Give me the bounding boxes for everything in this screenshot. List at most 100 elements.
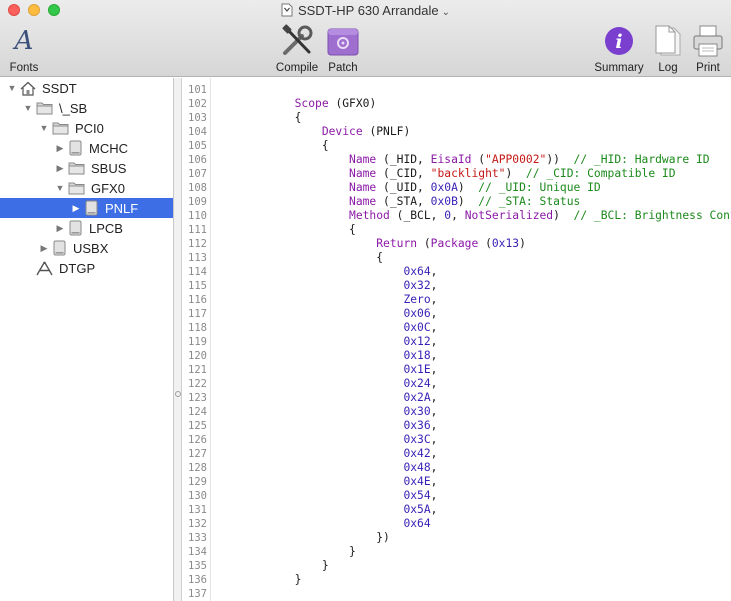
tree-item-gfx0[interactable]: ▼ GFX0 bbox=[0, 178, 173, 198]
line-number: 118 bbox=[188, 322, 207, 334]
code-token-num: 0x18 bbox=[403, 349, 431, 362]
line-text: { bbox=[213, 223, 356, 237]
line-text: 0x42, bbox=[213, 447, 437, 461]
line-text: }) bbox=[213, 531, 390, 545]
disclosure-collapsed-icon[interactable]: ▶ bbox=[54, 223, 66, 234]
code-token-num: 0x64 bbox=[403, 517, 431, 530]
code-token-text: (_UID, bbox=[376, 181, 431, 194]
code-token-cmt: // _STA: Status bbox=[471, 195, 581, 208]
disclosure-expanded-icon[interactable]: ▼ bbox=[22, 103, 34, 113]
line-number: 102 bbox=[188, 98, 207, 110]
code-token-kw: Name bbox=[349, 181, 377, 194]
code-token-kw: NotSerialized bbox=[464, 209, 554, 222]
code-token-num: Zero bbox=[403, 293, 431, 306]
line-text: { bbox=[213, 111, 302, 125]
line-number: 114 bbox=[188, 266, 207, 278]
line-number: 134 bbox=[188, 546, 207, 558]
tree-item-pci0[interactable]: ▼ PCI0 bbox=[0, 118, 173, 138]
tree-item-ssdt[interactable]: ▼ SSDT bbox=[0, 78, 173, 98]
tree-item-sbus[interactable]: ▶ SBUS bbox=[0, 158, 173, 178]
tree-item-label: GFX0 bbox=[91, 180, 125, 196]
code-token-cmt: // _BCL: Brightness Control Levels bbox=[573, 209, 731, 222]
line-text: 0x0C, bbox=[213, 321, 437, 335]
line-number: 121 bbox=[188, 364, 207, 376]
code-token-text: ) bbox=[553, 209, 567, 222]
disclosure-collapsed-icon[interactable]: ▶ bbox=[38, 243, 50, 254]
line-number: 122 bbox=[188, 378, 207, 390]
line-number: 111 bbox=[188, 224, 207, 236]
tree-item-mchc[interactable]: ▶ MCHC bbox=[0, 138, 173, 158]
code-token-text: , bbox=[430, 307, 438, 320]
code-token-text: ) bbox=[457, 181, 472, 194]
line-text: Zero, bbox=[213, 293, 437, 307]
line-text: Method (_BCL, 0, NotSerialized) // _BCL:… bbox=[213, 209, 731, 223]
line-number: 137 bbox=[188, 588, 207, 600]
code-token-num: 0x0C bbox=[403, 321, 431, 334]
code-token-text: }) bbox=[213, 531, 390, 544]
code-token-text: , bbox=[430, 405, 438, 418]
disclosure-collapsed-icon[interactable]: ▶ bbox=[54, 163, 66, 174]
tree-item-label: PCI0 bbox=[75, 120, 104, 136]
disclosure-expanded-icon[interactable]: ▼ bbox=[38, 123, 50, 133]
log-button[interactable]: Log bbox=[650, 24, 686, 74]
code-token-num: 0x5A bbox=[403, 503, 431, 516]
fonts-button[interactable]: A Fonts bbox=[5, 24, 43, 74]
code-token-num: 0x64 bbox=[403, 265, 431, 278]
tree-item-sb[interactable]: ▼ \_SB bbox=[0, 98, 173, 118]
compile-label: Compile bbox=[275, 62, 319, 74]
line-text: { bbox=[213, 139, 329, 153]
acpi-tree-sidebar: ▼ SSDT ▼ \_SB ▼ PCI0 ▶ MCHC ▶ SBUS ▼ GFX0 ▶ PNLF ▶ LPCB… bbox=[0, 78, 174, 601]
device-icon bbox=[84, 200, 99, 216]
disclosure-collapsed-icon[interactable]: ▶ bbox=[70, 203, 82, 214]
line-number: 119 bbox=[188, 336, 207, 348]
folder-icon bbox=[52, 121, 69, 135]
line-number: 131 bbox=[188, 504, 207, 516]
compile-button[interactable]: Compile bbox=[274, 24, 320, 74]
code-token-text: (_CID, bbox=[376, 167, 431, 180]
code-token-text: , bbox=[430, 419, 438, 432]
code-token-num: 0x30 bbox=[403, 405, 431, 418]
code-token-text: (PNLF) bbox=[362, 125, 411, 138]
line-text: Name (_CID, "backlight") // _CID: Compat… bbox=[213, 167, 676, 181]
disclosure-expanded-icon[interactable]: ▼ bbox=[6, 83, 18, 93]
code-editor[interactable]: 101 102 Scope (GFX0) 103 {104 Device (PNLF… bbox=[183, 78, 731, 601]
tree-item-usbx[interactable]: ▶ USBX bbox=[0, 238, 173, 258]
summary-button[interactable]: i Summary bbox=[592, 24, 646, 74]
split-view-divider[interactable] bbox=[174, 78, 182, 601]
disclosure-collapsed-icon[interactable]: ▶ bbox=[54, 143, 66, 154]
info-icon: i bbox=[605, 27, 633, 55]
print-button[interactable]: Print bbox=[690, 24, 726, 74]
code-token-text: } bbox=[213, 573, 302, 586]
tree-item-label: PNLF bbox=[105, 200, 139, 216]
folder-icon bbox=[68, 161, 85, 175]
device-icon bbox=[68, 140, 83, 156]
code-token-text: , bbox=[430, 335, 438, 348]
code-token-kw: Device bbox=[321, 125, 363, 138]
code-token-text: ( bbox=[417, 237, 431, 250]
tree-item-lpcb[interactable]: ▶ LPCB bbox=[0, 218, 173, 238]
code-token-num: 0x13 bbox=[491, 237, 520, 250]
code-token-num: 0x0B bbox=[430, 195, 458, 208]
window-title[interactable]: SSDT-HP 630 Arrandale ⌄ bbox=[0, 3, 731, 18]
line-number: 108 bbox=[188, 182, 207, 194]
tree-item-pnlf[interactable]: ▶ PNLF bbox=[0, 198, 173, 218]
folder-icon bbox=[68, 181, 85, 195]
line-text: 0x64 bbox=[213, 517, 431, 531]
code-token-text: { bbox=[213, 223, 356, 236]
line-text: 0x3C, bbox=[213, 433, 437, 447]
line-number: 105 bbox=[188, 140, 207, 152]
line-number: 103 bbox=[188, 112, 207, 124]
patch-button[interactable]: Patch bbox=[324, 24, 362, 74]
tree-item-dtgp[interactable]: DTGP bbox=[0, 258, 173, 278]
code-token-text: ( bbox=[478, 237, 492, 250]
code-token-kw: Method bbox=[349, 209, 390, 222]
disclosure-expanded-icon[interactable]: ▼ bbox=[54, 183, 66, 193]
line-number: 127 bbox=[188, 448, 207, 460]
code-token-text: , bbox=[430, 321, 438, 334]
